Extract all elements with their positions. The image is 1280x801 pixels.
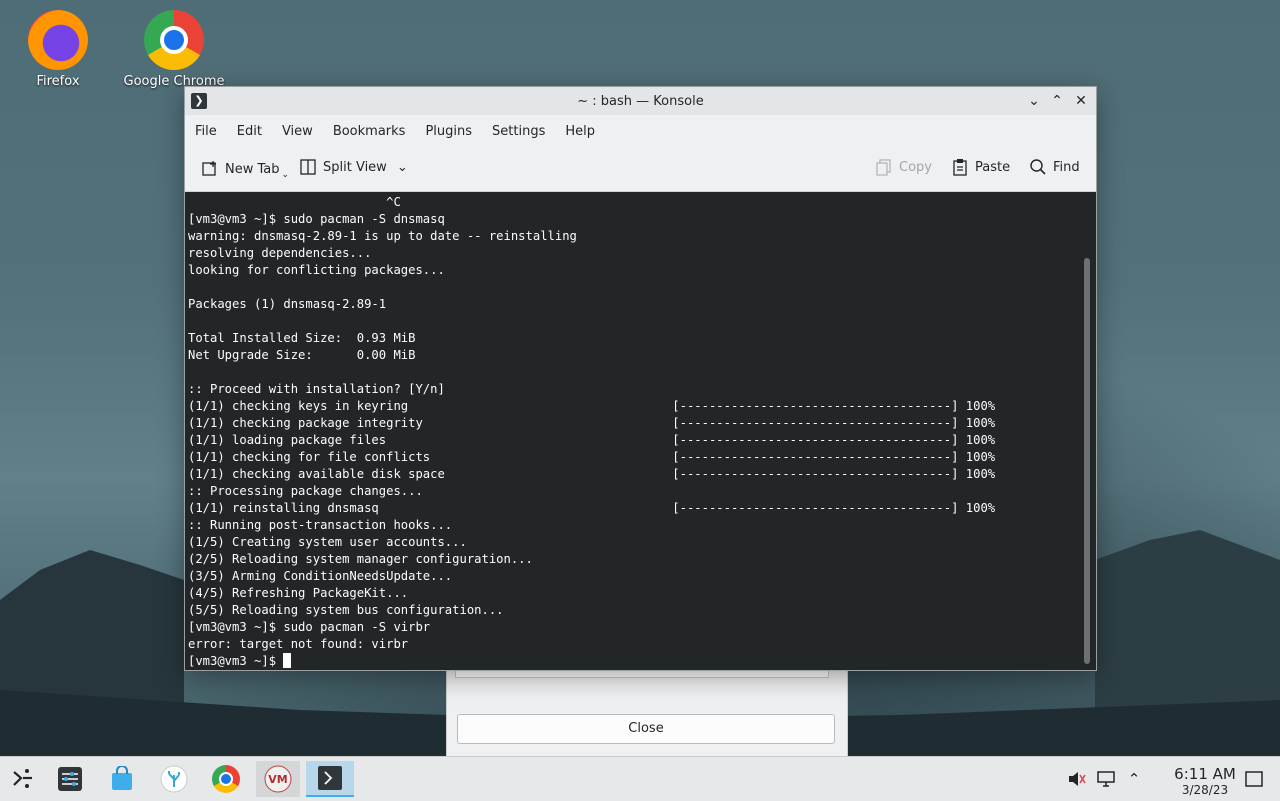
taskbar-virt-manager[interactable]: VM (256, 761, 300, 797)
terminal-prompt: [vm3@vm3 ~]$ (188, 654, 284, 668)
taskbar-konsole[interactable] (306, 761, 354, 797)
shopping-bag-icon (112, 766, 132, 790)
new-tab-button[interactable]: New Tab ⌄ (201, 158, 289, 180)
taskbar-discover[interactable] (100, 761, 144, 797)
menu-plugins[interactable]: Plugins (417, 124, 480, 139)
split-view-label: Split View (323, 159, 387, 175)
taskbar: VM ⌃ 6:11 AM 3/28/23 (0, 756, 1280, 801)
taskbar-system-settings[interactable] (48, 761, 92, 797)
minimize-button[interactable]: ⌄ (1025, 92, 1043, 110)
coral-app-icon (160, 765, 188, 793)
konsole-window: ❯ ~ : bash — Konsole ⌄ ⌃ ✕ File Edit Vie… (184, 86, 1097, 671)
menubar: File Edit View Bookmarks Plugins Setting… (185, 115, 1096, 147)
launcher-icon (13, 769, 32, 788)
paste-icon (951, 158, 969, 176)
chevron-up-icon[interactable]: ⌃ (1124, 769, 1144, 789)
volume-muted-icon[interactable] (1066, 769, 1086, 789)
desktop-icon-firefox[interactable]: Firefox (3, 2, 113, 89)
desktop-icon-label: Firefox (36, 74, 80, 89)
firefox-icon (28, 10, 88, 70)
terminal-area[interactable]: ^C [vm3@vm3 ~]$ sudo pacman -S dnsmasq w… (185, 192, 1096, 670)
chevron-down-icon: ⌄ (281, 170, 290, 180)
close-window-button[interactable]: ✕ (1072, 92, 1090, 110)
split-view-button[interactable]: Split View ⌄ (299, 158, 408, 176)
paste-label: Paste (975, 159, 1011, 175)
menu-bookmarks[interactable]: Bookmarks (325, 124, 414, 139)
show-desktop-icon[interactable] (1244, 769, 1264, 789)
terminal-lines: ^C [vm3@vm3 ~]$ sudo pacman -S dnsmasq w… (188, 195, 996, 651)
chrome-icon (144, 10, 204, 70)
vm-icon: VM (264, 765, 292, 793)
chrome-icon (212, 765, 240, 793)
maximize-button[interactable]: ⌃ (1048, 92, 1066, 110)
svg-text:VM: VM (268, 773, 287, 786)
network-icon[interactable] (1096, 769, 1116, 789)
terminal-scrollbar[interactable] (1084, 258, 1090, 664)
menu-view[interactable]: View (274, 124, 321, 139)
application-launcher[interactable] (0, 761, 44, 797)
menu-edit[interactable]: Edit (229, 124, 270, 139)
terminal-icon (318, 766, 342, 790)
new-tab-label: New Tab (225, 161, 280, 177)
terminal-output: ^C [vm3@vm3 ~]$ sudo pacman -S dnsmasq w… (188, 194, 995, 670)
settings-sliders-icon (58, 767, 82, 791)
window-title: ~ : bash — Konsole (577, 94, 704, 109)
chevron-down-icon: ⌄ (396, 159, 408, 175)
window-titlebar[interactable]: ❯ ~ : bash — Konsole ⌄ ⌃ ✕ (185, 87, 1096, 115)
paste-button[interactable]: Paste (951, 158, 1010, 176)
copy-icon (875, 158, 893, 176)
close-button[interactable]: Close (457, 714, 835, 744)
taskbar-google-chrome[interactable] (204, 761, 248, 797)
split-view-icon (299, 158, 317, 176)
menu-settings[interactable]: Settings (484, 124, 553, 139)
desktop-icon-google-chrome[interactable]: Google Chrome (119, 2, 229, 89)
search-icon (1029, 158, 1047, 176)
find-label: Find (1053, 159, 1080, 175)
new-tab-icon (201, 160, 219, 178)
menu-file[interactable]: File (187, 124, 225, 139)
find-button[interactable]: Find (1029, 158, 1080, 176)
menu-help[interactable]: Help (557, 124, 603, 139)
taskbar-app-coral[interactable] (152, 761, 196, 797)
toolbar: New Tab ⌄ Split View ⌄ Copy Paste Find (185, 147, 1096, 192)
copy-label: Copy (899, 159, 932, 175)
copy-button[interactable]: Copy (875, 158, 932, 176)
terminal-cursor (283, 653, 292, 668)
